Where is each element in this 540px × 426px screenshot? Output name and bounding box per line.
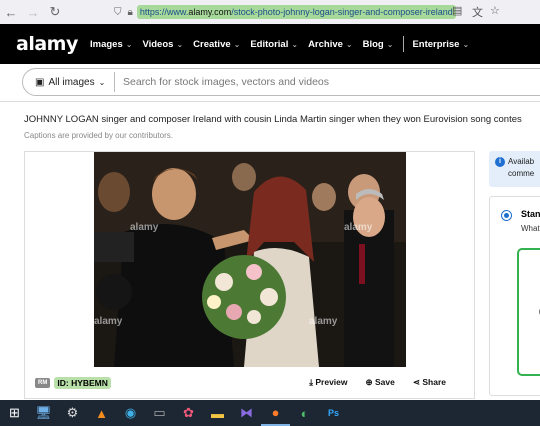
url-domain: alamy.com (188, 7, 232, 17)
nav-enterprise-label: Enterprise (412, 38, 460, 50)
computer-icon[interactable]: 🖥︎ (29, 400, 58, 426)
nav-creative-label: Creative (193, 38, 231, 50)
back-icon[interactable]: ← (0, 5, 22, 20)
search-bar: ▣ All images ⌄ Search for stock images, … (22, 68, 540, 96)
caption-note: Captions are provided by our contributor… (24, 131, 173, 140)
nav-enterprise[interactable]: Enterprise ⌄ (412, 39, 469, 50)
nav-editorial-label: Editorial (250, 38, 289, 50)
photoshop-icon[interactable]: Ps (319, 400, 348, 426)
reload-icon[interactable]: ↻ (44, 4, 66, 20)
shield-icon: ⛉ (114, 6, 122, 18)
image-title: JOHNNY LOGAN singer and composer Ireland… (24, 114, 522, 125)
nav-videos[interactable]: Videos ⌄ (142, 39, 183, 50)
preview-label: Preview (315, 377, 348, 387)
image-id-row: RM ID: HYBEMN (35, 377, 111, 389)
url-path: /stock-photo-johnny-logan-singer-and-com… (231, 7, 453, 17)
license-subtitle: What (521, 224, 540, 233)
license-radio[interactable] (501, 210, 512, 221)
image-id-value: HYBEMN (71, 378, 108, 388)
nav-blog-label: Blog (362, 38, 384, 50)
image-actions: ⤓ Preview ⊕ Save ⋖ Share (291, 377, 446, 388)
nav-archive-label: Archive (308, 38, 343, 50)
image-icon: ▣ (35, 76, 45, 88)
forward-icon[interactable]: → (22, 5, 44, 20)
bookmark-star-icon[interactable]: ☆ (490, 4, 500, 17)
url-text[interactable]: https://www.alamy.com/stock-photo-johnny… (136, 5, 456, 19)
chevron-down-icon: ⌄ (291, 39, 299, 49)
license-panel: Stan What ( (489, 196, 540, 396)
search-scope-label: All images (48, 76, 95, 88)
edge-icon[interactable]: ◉ (116, 400, 145, 426)
download-icon: ⤓ (309, 377, 313, 387)
notice-line-1: Availab (508, 157, 535, 166)
license-option-box[interactable]: ( (517, 248, 540, 376)
chevron-down-icon: ⌄ (98, 77, 106, 87)
app-icon[interactable]: ✿ (174, 400, 203, 426)
url-prefix: https://www. (139, 7, 189, 17)
settings-icon[interactable]: ⚙ (58, 400, 87, 426)
chevron-down-icon: ⌄ (233, 39, 241, 49)
browser-toolbar: ← → ↻ ⛉ 🔒︎ https://www.alamy.com/stock-p… (0, 0, 540, 24)
nav-images-label: Images (90, 38, 123, 50)
stock-photo[interactable]: alamy alamy alamy alamy (94, 152, 406, 367)
reader-view-icon[interactable]: ▤ (452, 4, 462, 17)
nav-divider (403, 36, 405, 52)
image-id-label: ID: (57, 378, 69, 388)
nav-videos-label: Videos (142, 38, 174, 50)
photo-illustration: alamy alamy alamy alamy (94, 152, 406, 367)
vlc-icon[interactable]: ▲ (87, 400, 116, 426)
watermark-text: alamy (94, 316, 123, 327)
preview-button[interactable]: ⤓ Preview (309, 377, 347, 388)
firefox-icon[interactable]: ● (261, 400, 290, 426)
availability-notice: i Availab comme (489, 151, 540, 187)
chevron-down-icon: ⌄ (386, 39, 394, 49)
share-button[interactable]: ⋖ Share (413, 377, 446, 388)
watermark-text: alamy (309, 316, 338, 327)
search-input[interactable]: Search for stock images, vectors and vid… (123, 76, 329, 88)
save-label: Save (375, 377, 395, 387)
folder-icon[interactable]: ▬ (203, 400, 232, 426)
share-icon: ⋖ (412, 377, 420, 387)
gps-icon[interactable]: ◐ (290, 400, 319, 426)
chevron-down-icon: ⌄ (462, 39, 470, 49)
license-title: Stan (521, 209, 540, 219)
watermark-text: alamy (344, 222, 373, 233)
alamy-logo[interactable]: alamy (16, 33, 78, 55)
image-card: alamy alamy alamy alamy RM ID: HYBEMN ⤓ … (24, 151, 475, 399)
nav-blog[interactable]: Blog ⌄ (363, 39, 394, 50)
chevron-down-icon: ⌄ (345, 39, 353, 49)
plus-circle-icon: ⊕ (365, 377, 373, 387)
image-id: ID: HYBEMN (54, 377, 111, 389)
chevron-down-icon: ⌄ (176, 39, 184, 49)
rm-badge: RM (35, 378, 51, 388)
windows-taskbar: ⊞ 🖥︎ ⚙ ▲ ◉ ▭ ✿ ▬ ⧓ ● ◐ Ps (0, 400, 540, 426)
site-header: alamy Images ⌄ Videos ⌄ Creative ⌄ Editoria… (0, 24, 540, 64)
terminal-icon[interactable]: ▭ (145, 400, 174, 426)
address-bar[interactable]: ⛉ 🔒︎ https://www.alamy.com/stock-photo-j… (114, 3, 504, 21)
translate-icon[interactable]: 文 (472, 4, 483, 20)
info-icon: i (495, 157, 505, 167)
header-divider (0, 101, 540, 102)
main-nav: Images ⌄ Videos ⌄ Creative ⌄ Editorial ⌄ Arc… (90, 36, 479, 52)
notice-line-2: comme (508, 169, 535, 178)
lock-icon: 🔒︎ (127, 6, 133, 18)
windows-start-icon[interactable]: ⊞ (0, 400, 29, 426)
nav-editorial[interactable]: Editorial ⌄ (250, 39, 298, 50)
nav-archive[interactable]: Archive ⌄ (308, 39, 353, 50)
search-scope-dropdown[interactable]: ▣ All images ⌄ (23, 72, 115, 92)
save-button[interactable]: ⊕ Save (366, 377, 395, 388)
media-icon[interactable]: ⧓ (232, 400, 261, 426)
nav-images[interactable]: Images ⌄ (90, 39, 132, 50)
nav-creative[interactable]: Creative ⌄ (193, 39, 240, 50)
chevron-down-icon: ⌄ (125, 39, 133, 49)
share-label: Share (422, 377, 446, 387)
watermark-text: alamy (130, 222, 159, 233)
